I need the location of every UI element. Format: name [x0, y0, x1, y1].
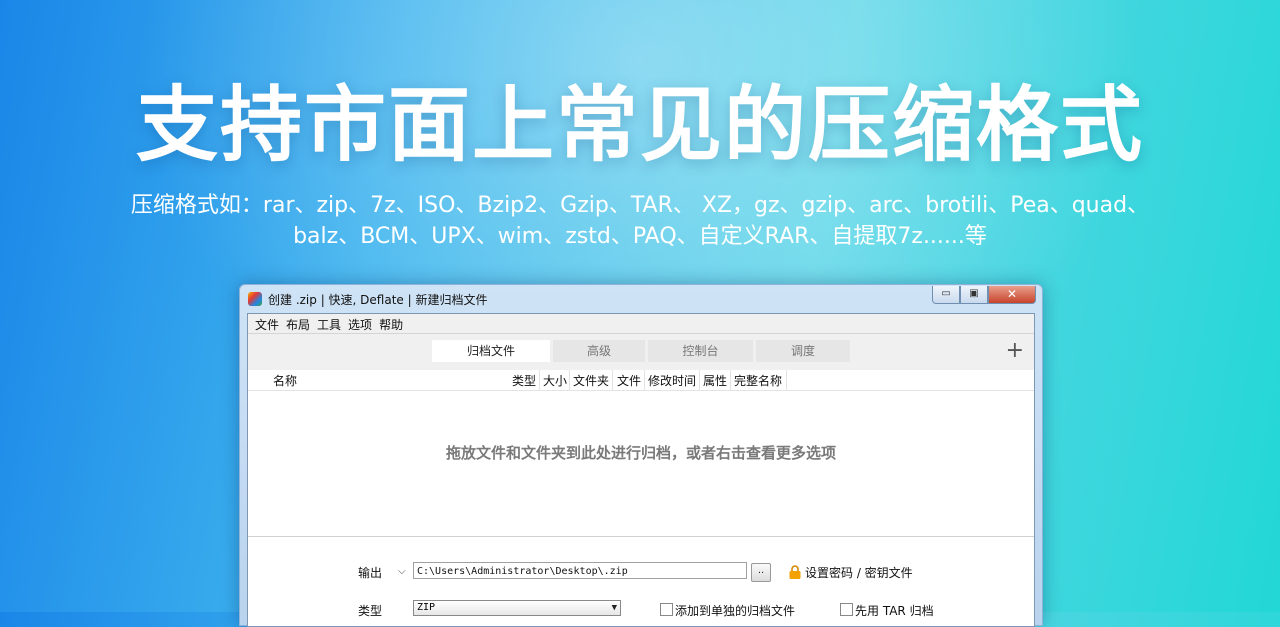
file-list-header: 名称 类型 大小 文件夹 文件 修改时间 属性 完整名称 — [248, 370, 1034, 391]
add-tab-button[interactable]: + — [1006, 340, 1024, 362]
divider — [248, 536, 1034, 537]
drop-zone-hint: 拖放文件和文件夹到此处进行归档，或者右击查看更多选项 — [445, 444, 836, 462]
output-label: 输出 — [358, 566, 383, 580]
add-separate-checkbox[interactable] — [660, 603, 673, 616]
use-tar-label: 先用 TAR 归档 — [855, 604, 934, 618]
archive-app-icon — [248, 292, 262, 306]
archive-type-select[interactable]: ZIP ▼ — [413, 600, 621, 616]
window-title: 创建 .zip | 快速, Deflate | 新建归档文件 — [268, 293, 488, 307]
column-size[interactable]: 大小 — [543, 372, 567, 389]
tab-advanced[interactable]: 高级 — [553, 340, 645, 362]
subtitle-line-2: balz、BCM、UPX、wim、zstd、PAQ、自定义RAR、自提取7z..… — [293, 224, 987, 249]
tab-archive[interactable]: 归档文件 — [432, 340, 550, 362]
window-controls: ▭ ▣ ✕ — [932, 286, 1036, 304]
use-tar-checkbox[interactable] — [840, 603, 853, 616]
tab-schedule[interactable]: 调度 — [756, 340, 850, 362]
app-window: 创建 .zip | 快速, Deflate | 新建归档文件 ▭ ▣ ✕ 文件 … — [239, 284, 1043, 627]
column-modified[interactable]: 修改时间 — [648, 372, 696, 389]
set-password-link[interactable]: 设置密码 / 密钥文件 — [805, 564, 913, 581]
window-client: 文件 布局 工具 选项 帮助 归档文件 高级 控制台 调度 + 名称 类型 大小… — [247, 313, 1035, 627]
chevron-down-icon[interactable]: ⌵ — [398, 566, 406, 577]
maximize-button[interactable]: ▣ — [960, 286, 988, 304]
dropdown-arrow-icon: ▼ — [611, 603, 617, 613]
menu-file[interactable]: 文件 — [254, 314, 285, 333]
title-bar[interactable]: 创建 .zip | 快速, Deflate | 新建归档文件 ▭ ▣ ✕ — [240, 285, 1042, 313]
menu-options[interactable]: 选项 — [347, 314, 378, 333]
lock-icon — [789, 565, 801, 579]
column-files[interactable]: 文件 — [617, 372, 641, 389]
menu-help[interactable]: 帮助 — [378, 314, 409, 333]
banner-headline: 支持市面上常见的压缩格式 — [135, 78, 1144, 173]
banner-subtitle: 压缩格式如：rar、zip、7z、ISO、Bzip2、Gzip、TAR、 XZ，… — [90, 190, 1190, 252]
column-name[interactable]: 名称 — [273, 372, 297, 389]
output-path-input[interactable]: C:\Users\Administrator\Desktop\.zip — [413, 562, 747, 579]
add-separate-label: 添加到单独的归档文件 — [675, 604, 796, 618]
type-label: 类型 — [358, 604, 383, 618]
column-attributes[interactable]: 属性 — [703, 372, 727, 389]
close-button[interactable]: ✕ — [988, 286, 1036, 304]
browse-button[interactable]: .. — [751, 563, 771, 582]
archive-type-value: ZIP — [417, 602, 436, 613]
menu-bar: 文件 布局 工具 选项 帮助 — [248, 314, 1034, 334]
column-type[interactable]: 类型 — [512, 372, 536, 389]
column-folders[interactable]: 文件夹 — [573, 372, 609, 389]
subtitle-line-1: 压缩格式如：rar、zip、7z、ISO、Bzip2、Gzip、TAR、 XZ，… — [130, 193, 1150, 218]
column-full-name[interactable]: 完整名称 — [734, 372, 782, 389]
menu-layout[interactable]: 布局 — [285, 314, 316, 333]
tab-bar: 归档文件 高级 控制台 调度 + — [248, 334, 1034, 370]
menu-tools[interactable]: 工具 — [316, 314, 347, 333]
tab-console[interactable]: 控制台 — [648, 340, 753, 362]
minimize-button[interactable]: ▭ — [932, 286, 960, 304]
